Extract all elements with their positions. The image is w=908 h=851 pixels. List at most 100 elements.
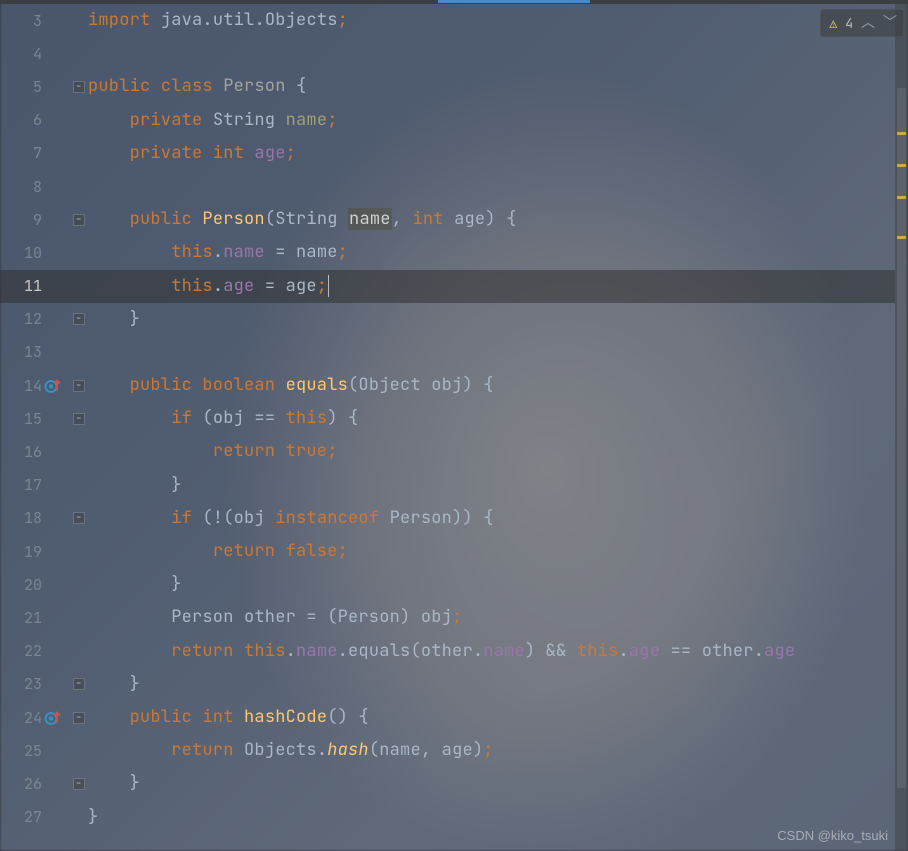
code-line[interactable]: 21 Person other = (Person) obj;: [0, 601, 895, 634]
code-text[interactable]: return false;: [88, 535, 348, 568]
code-line[interactable]: 5public class Person {: [0, 70, 895, 103]
gutter[interactable]: 23: [0, 674, 88, 694]
code-line[interactable]: 27}: [0, 801, 895, 834]
line-number: 27: [0, 807, 42, 827]
code-text[interactable]: }: [88, 801, 98, 834]
fold-minus-icon[interactable]: [73, 712, 85, 724]
code-text[interactable]: if (obj == this) {: [88, 402, 358, 435]
code-line[interactable]: 19 return false;: [0, 535, 895, 568]
gutter[interactable]: 4: [0, 44, 88, 64]
code-text[interactable]: private String name;: [88, 104, 338, 137]
line-number: 22: [0, 641, 42, 661]
gutter[interactable]: 9: [0, 210, 88, 230]
code-text[interactable]: import java.util.Objects;: [88, 4, 348, 37]
gutter[interactable]: 21: [0, 608, 88, 628]
stripe-warning-mark[interactable]: [897, 236, 906, 239]
inspection-widget[interactable]: ⚠ 4 ︿ ﹀: [820, 9, 904, 37]
code-text[interactable]: return true;: [88, 435, 338, 468]
code-line[interactable]: 8: [0, 170, 895, 203]
fold-minus-icon[interactable]: [73, 81, 85, 93]
gutter[interactable]: 6: [0, 110, 88, 130]
code-text[interactable]: private int age;: [88, 137, 296, 170]
fold-minus-icon[interactable]: [73, 380, 85, 392]
code-line[interactable]: 22 return this.name.equals(other.name) &…: [0, 635, 895, 668]
fold-minus-icon[interactable]: [73, 214, 85, 226]
override-up-icon[interactable]: [44, 377, 61, 394]
gutter[interactable]: 3: [0, 11, 88, 31]
code-line[interactable]: 16 return true;: [0, 435, 895, 468]
line-number: 16: [0, 442, 42, 462]
gutter[interactable]: 27: [0, 807, 88, 827]
fold-minus-icon[interactable]: [73, 778, 85, 790]
code-text[interactable]: public Person(String name, int age) {: [88, 203, 516, 236]
gutter[interactable]: 7: [0, 143, 88, 163]
code-editor[interactable]: 3import java.util.Objects;45public class…: [0, 4, 895, 851]
stripe-warning-mark[interactable]: [897, 132, 906, 135]
code-text[interactable]: if (!(obj instanceof Person)) {: [88, 502, 494, 535]
gutter[interactable]: 18: [0, 508, 88, 528]
gutter[interactable]: 8: [0, 177, 88, 197]
chevron-down-icon[interactable]: ﹀: [883, 16, 897, 30]
line-number: 18: [0, 508, 42, 528]
line-number: 17: [0, 475, 42, 495]
gutter[interactable]: 13: [0, 342, 88, 362]
gutter[interactable]: 19: [0, 542, 88, 562]
fold-minus-icon[interactable]: [73, 678, 85, 690]
code-text[interactable]: public class Person {: [88, 70, 306, 103]
gutter[interactable]: 14: [0, 376, 88, 396]
code-line[interactable]: 26 }: [0, 767, 895, 800]
code-text[interactable]: }: [88, 469, 182, 502]
gutter[interactable]: 10: [0, 243, 88, 263]
fold-minus-icon[interactable]: [73, 512, 85, 524]
code-line[interactable]: 24 public int hashCode() {: [0, 701, 895, 734]
code-line[interactable]: 13: [0, 336, 895, 369]
code-line[interactable]: 25 return Objects.hash(name, age);: [0, 734, 895, 767]
code-line[interactable]: 3import java.util.Objects;: [0, 4, 895, 37]
gutter[interactable]: 26: [0, 774, 88, 794]
error-stripe[interactable]: [895, 4, 908, 851]
code-text[interactable]: }: [88, 303, 140, 336]
override-up-icon[interactable]: [44, 709, 61, 726]
code-line[interactable]: 11 this.age = age;: [0, 270, 895, 303]
gutter[interactable]: 20: [0, 575, 88, 595]
gutter[interactable]: 16: [0, 442, 88, 462]
code-text[interactable]: Person other = (Person) obj;: [88, 601, 462, 634]
code-line[interactable]: 17 }: [0, 469, 895, 502]
code-line[interactable]: 18 if (!(obj instanceof Person)) {: [0, 502, 895, 535]
code-text[interactable]: public boolean equals(Object obj) {: [88, 369, 494, 402]
code-line[interactable]: 10 this.name = name;: [0, 236, 895, 269]
code-line[interactable]: 12 }: [0, 303, 895, 336]
code-text[interactable]: public int hashCode() {: [88, 701, 369, 734]
code-line[interactable]: 9 public Person(String name, int age) {: [0, 203, 895, 236]
code-line[interactable]: 6 private String name;: [0, 104, 895, 137]
gutter[interactable]: 11: [0, 276, 88, 296]
code-line[interactable]: 4: [0, 37, 895, 70]
code-text[interactable]: this.age = age;: [88, 270, 329, 303]
code-text[interactable]: }: [88, 668, 140, 701]
code-line[interactable]: 15 if (obj == this) {: [0, 402, 895, 435]
code-text[interactable]: this.name = name;: [88, 236, 348, 269]
code-line[interactable]: 7 private int age;: [0, 137, 895, 170]
fold-minus-icon[interactable]: [73, 313, 85, 325]
line-number: 13: [0, 342, 42, 362]
fold-minus-icon[interactable]: [73, 413, 85, 425]
gutter[interactable]: 22: [0, 641, 88, 661]
code-text[interactable]: return Objects.hash(name, age);: [88, 734, 494, 767]
gutter[interactable]: 17: [0, 475, 88, 495]
gutter[interactable]: 5: [0, 77, 88, 97]
gutter[interactable]: 24: [0, 708, 88, 728]
scrollbar-thumb[interactable]: [897, 88, 906, 788]
gutter[interactable]: 15: [0, 409, 88, 429]
gutter[interactable]: 25: [0, 741, 88, 761]
line-number: 12: [0, 309, 42, 329]
code-text[interactable]: }: [88, 568, 182, 601]
code-text[interactable]: }: [88, 767, 140, 800]
gutter[interactable]: 12: [0, 309, 88, 329]
code-line[interactable]: 14 public boolean equals(Object obj) {: [0, 369, 895, 402]
code-line[interactable]: 23 }: [0, 668, 895, 701]
chevron-up-icon[interactable]: ︿: [861, 16, 875, 30]
code-text[interactable]: return this.name.equals(other.name) && t…: [88, 635, 795, 668]
stripe-warning-mark[interactable]: [897, 164, 906, 167]
code-line[interactable]: 20 }: [0, 568, 895, 601]
stripe-warning-mark[interactable]: [897, 196, 906, 199]
